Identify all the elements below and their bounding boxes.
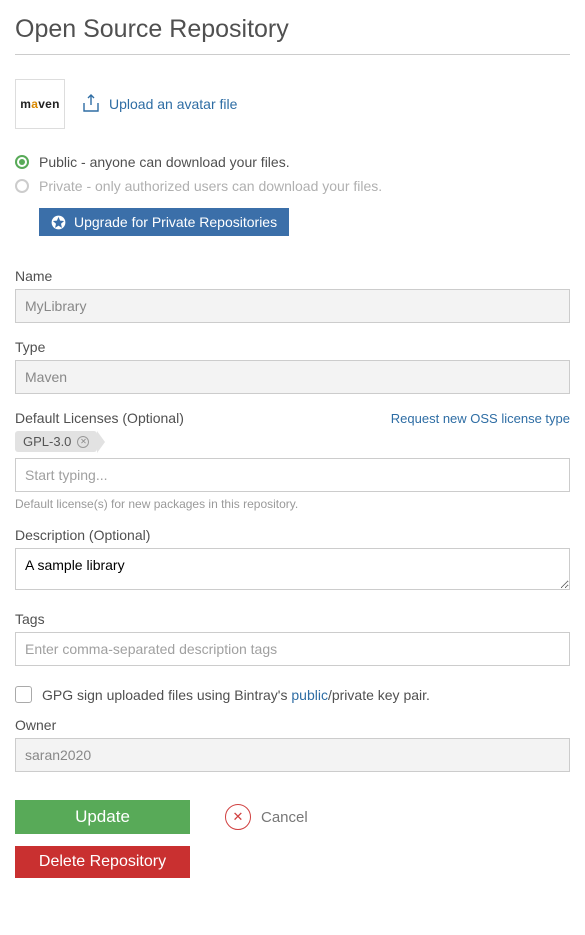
- type-input: [15, 360, 570, 394]
- name-field-group: Name: [15, 268, 570, 323]
- avatar: maven: [15, 79, 65, 129]
- close-icon: ✕: [225, 804, 251, 830]
- cancel-button[interactable]: ✕ Cancel: [225, 804, 308, 830]
- licenses-input[interactable]: [15, 458, 570, 492]
- tags-field-group: Tags: [15, 611, 570, 666]
- avatar-section: maven Upload an avatar file: [15, 79, 570, 129]
- cancel-label: Cancel: [261, 809, 308, 826]
- gpg-prefix: GPG sign uploaded files using Bintray's: [42, 687, 291, 703]
- gpg-label: GPG sign uploaded files using Bintray's …: [42, 687, 430, 703]
- description-label: Description (Optional): [15, 527, 570, 543]
- tags-label: Tags: [15, 611, 570, 627]
- gpg-checkbox-row[interactable]: GPG sign uploaded files using Bintray's …: [15, 686, 570, 703]
- radio-checked-icon: [15, 155, 29, 169]
- owner-label: Owner: [15, 717, 570, 733]
- description-textarea[interactable]: A sample library: [15, 548, 570, 590]
- radio-unchecked-icon: [15, 179, 29, 193]
- maven-logo: maven: [20, 97, 60, 111]
- owner-field-group: Owner: [15, 717, 570, 772]
- licenses-hint: Default license(s) for new packages in t…: [15, 497, 570, 511]
- visibility-private-radio: Private - only authorized users can down…: [15, 178, 570, 194]
- star-icon: [51, 215, 66, 230]
- gpg-suffix: /private key pair.: [328, 687, 430, 703]
- remove-tag-icon[interactable]: ✕: [77, 436, 89, 448]
- tags-input[interactable]: [15, 632, 570, 666]
- request-license-link[interactable]: Request new OSS license type: [391, 411, 570, 426]
- upgrade-button[interactable]: Upgrade for Private Repositories: [39, 208, 289, 236]
- delete-repository-button[interactable]: Delete Repository: [15, 846, 190, 878]
- upload-avatar-link[interactable]: Upload an avatar file: [83, 94, 237, 114]
- visibility-public-label: Public - anyone can download your files.: [39, 154, 290, 170]
- owner-input: [15, 738, 570, 772]
- description-field-group: Description (Optional) A sample library: [15, 527, 570, 595]
- action-row: Update ✕ Cancel: [15, 800, 570, 834]
- type-field-group: Type: [15, 339, 570, 394]
- visibility-public-radio[interactable]: Public - anyone can download your files.: [15, 154, 570, 170]
- upgrade-label: Upgrade for Private Repositories: [74, 214, 277, 230]
- licenses-label: Default Licenses (Optional): [15, 410, 184, 426]
- upload-avatar-label: Upload an avatar file: [109, 96, 237, 112]
- license-tag: GPL-3.0 ✕: [15, 431, 97, 452]
- upgrade-section: Upgrade for Private Repositories: [39, 208, 570, 236]
- license-tag-label: GPL-3.0: [23, 434, 71, 449]
- page-title: Open Source Repository: [15, 15, 570, 55]
- update-button[interactable]: Update: [15, 800, 190, 834]
- gpg-checkbox[interactable]: [15, 686, 32, 703]
- name-input: [15, 289, 570, 323]
- upload-icon: [83, 94, 99, 114]
- visibility-private-label: Private - only authorized users can down…: [39, 178, 382, 194]
- type-label: Type: [15, 339, 570, 355]
- name-label: Name: [15, 268, 570, 284]
- gpg-public-link[interactable]: public: [291, 687, 328, 703]
- licenses-field-group: Default Licenses (Optional) Request new …: [15, 410, 570, 511]
